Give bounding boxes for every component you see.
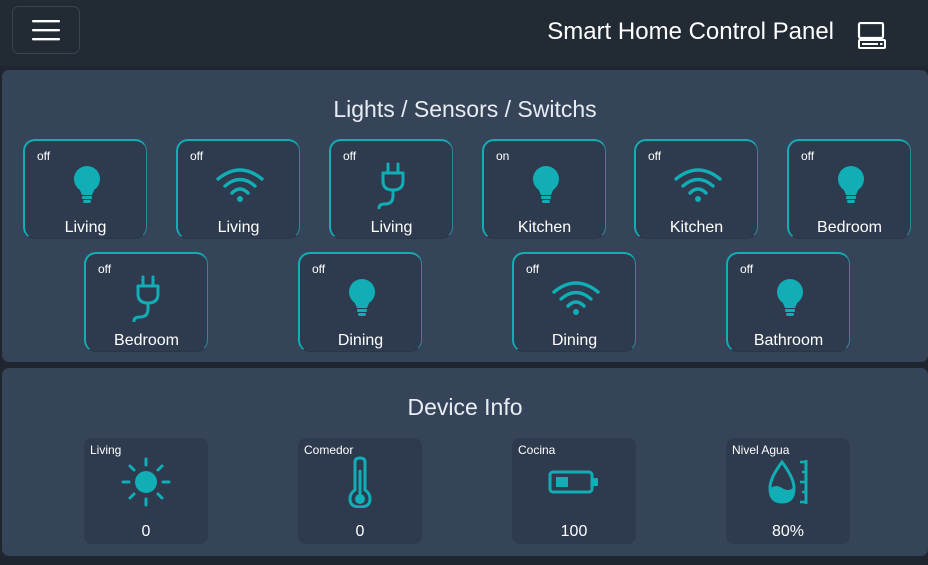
plug-icon	[377, 162, 405, 209]
hamburger-menu-icon	[32, 20, 60, 41]
tile-label: Bedroom	[817, 219, 882, 236]
switch-tile-bedroom-light[interactable]: off Bedroom	[787, 139, 911, 239]
lights-panel-title: Lights / Sensors / Switchs	[333, 96, 597, 122]
info-card-name: Comedor	[304, 443, 354, 457]
info-card-nivel-agua: Nivel Agua 80%	[726, 438, 850, 544]
tile-label: Bathroom	[753, 332, 824, 349]
tile-state: off	[312, 262, 326, 276]
switch-tile-bathroom-light[interactable]: off Bathroom	[726, 252, 850, 352]
info-card-name: Nivel Agua	[732, 443, 790, 457]
water-level-icon	[768, 459, 808, 504]
tile-state: off	[740, 262, 754, 276]
tile-label: Dining	[337, 332, 384, 349]
info-card-cocina: Cocina 100	[512, 438, 636, 544]
menu-button[interactable]	[12, 6, 80, 54]
switch-tile-dining-wifi[interactable]: off Dining	[512, 252, 636, 352]
info-card-value: 0	[355, 523, 365, 540]
info-card-living: Living 0	[84, 438, 208, 544]
switch-tile-kitchen-wifi[interactable]: off Kitchen	[634, 139, 758, 239]
info-card-name: Living	[90, 443, 122, 457]
tile-state: off	[648, 149, 662, 163]
lights-panel: Lights / Sensors / Switchs off Living of…	[2, 70, 928, 362]
wifi-icon	[674, 168, 722, 202]
device-info-panel: Device Info Living 0 Comedor 0 Cocina 10…	[2, 368, 928, 556]
tile-state: off	[98, 262, 112, 276]
lightbulb-icon	[838, 166, 864, 203]
switch-tile-living-wifi[interactable]: off Living	[176, 139, 300, 239]
wifi-icon	[216, 168, 264, 202]
app-title: Smart Home Control Panel	[547, 18, 834, 45]
tile-state: off	[37, 149, 51, 163]
switch-tile-dining-light[interactable]: off Dining	[298, 252, 422, 352]
lightbulb-icon	[349, 279, 375, 316]
tile-state: off	[801, 149, 815, 163]
tile-label: Bedroom	[114, 332, 179, 349]
switch-tile-bedroom-plug[interactable]: off Bedroom	[84, 252, 208, 352]
tile-state: off	[343, 149, 357, 163]
plug-icon	[132, 275, 160, 322]
tile-label: Living	[64, 219, 107, 236]
top-bar: Smart Home Control Panel	[0, 0, 928, 66]
info-card-comedor: Comedor 0	[298, 438, 422, 544]
info-card-name: Cocina	[518, 443, 556, 457]
info-card-value: 0	[141, 523, 151, 540]
tile-state: off	[526, 262, 540, 276]
lightbulb-icon	[74, 166, 100, 203]
switch-tile-living-plug[interactable]: off Living	[329, 139, 453, 239]
thermometer-icon	[348, 456, 372, 508]
tile-state: off	[190, 149, 204, 163]
wifi-icon	[552, 281, 600, 315]
tile-label: Living	[217, 219, 260, 236]
sun-icon	[121, 457, 171, 507]
tile-label: Living	[370, 219, 413, 236]
lightbulb-icon	[777, 279, 803, 316]
lightbulb-icon	[533, 166, 559, 203]
device-info-title: Device Info	[407, 394, 523, 420]
computer-monitor-icon[interactable]	[857, 22, 887, 50]
tile-label: Kitchen	[517, 219, 572, 236]
tile-label: Kitchen	[669, 219, 724, 236]
switch-tile-kitchen-light[interactable]: on Kitchen	[482, 139, 606, 239]
tile-label: Dining	[551, 332, 598, 349]
tile-state: on	[496, 149, 510, 163]
info-card-value: 80%	[771, 523, 805, 540]
switch-tile-living-light[interactable]: off Living	[23, 139, 147, 239]
info-card-value: 100	[560, 523, 588, 540]
battery-icon	[548, 470, 598, 494]
